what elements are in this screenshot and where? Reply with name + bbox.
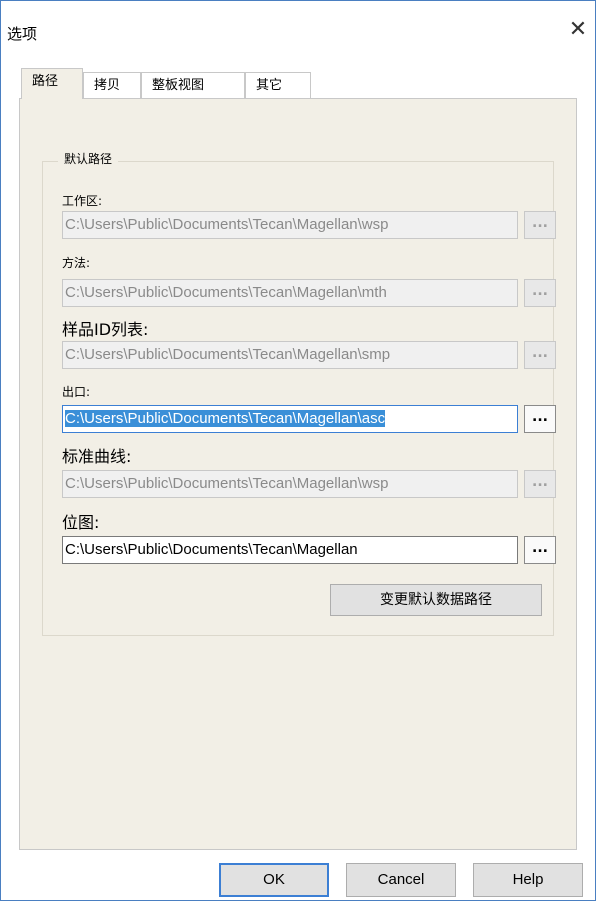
selected-text: C:\Users\Public\Documents\Tecan\Magellan… xyxy=(65,410,386,427)
ok-button[interactable]: OK xyxy=(219,863,329,897)
workspace-browse-button[interactable]: ... xyxy=(524,211,556,239)
tab-plate-view[interactable]: 整板视图 xyxy=(141,72,245,98)
export-path-field[interactable]: C:\Users\Public\Documents\Tecan\Magellan… xyxy=(62,405,518,433)
method-label: 方法: xyxy=(62,256,91,270)
options-dialog: 选项 ✕ 路径 拷贝 整板视图 其它 默认路径 工作区: C:\Users\Pu… xyxy=(0,0,596,901)
bitmap-browse-button[interactable]: ... xyxy=(524,536,556,564)
export-label: 出口: xyxy=(62,385,91,399)
workspace-path-field[interactable]: C:\Users\Public\Documents\Tecan\Magellan… xyxy=(62,211,518,239)
tab-panel-paths: 默认路径 工作区: C:\Users\Public\Documents\Teca… xyxy=(19,98,577,850)
export-browse-button[interactable]: ... xyxy=(524,405,556,433)
group-title: 默认路径 xyxy=(58,150,119,167)
tab-label: 拷贝 xyxy=(94,78,121,93)
tab-paths[interactable]: 路径 xyxy=(21,68,83,99)
change-default-data-path-button[interactable]: 变更默认数据路径 xyxy=(330,584,542,616)
sample-id-list-browse-button[interactable]: ... xyxy=(524,341,556,369)
standard-curve-browse-button[interactable]: ... xyxy=(524,470,556,498)
bitmap-label: 位图: xyxy=(62,513,100,532)
close-icon[interactable]: ✕ xyxy=(567,19,589,41)
tab-label: 整板视图 xyxy=(152,78,205,93)
sample-id-list-path-field[interactable]: C:\Users\Public\Documents\Tecan\Magellan… xyxy=(62,341,518,369)
tab-label: 其它 xyxy=(256,78,283,93)
cancel-button[interactable]: Cancel xyxy=(346,863,456,897)
standard-curve-path-field[interactable]: C:\Users\Public\Documents\Tecan\Magellan… xyxy=(62,470,518,498)
workspace-label: 工作区: xyxy=(62,194,103,208)
method-path-field[interactable]: C:\Users\Public\Documents\Tecan\Magellan… xyxy=(62,279,518,307)
tab-label: 路径 xyxy=(32,74,59,89)
tab-copy[interactable]: 拷贝 xyxy=(83,72,141,98)
bitmap-path-field[interactable]: C:\Users\Public\Documents\Tecan\Magellan xyxy=(62,536,518,564)
standard-curve-label: 标准曲线: xyxy=(62,447,132,466)
tab-other[interactable]: 其它 xyxy=(245,72,311,98)
dialog-title: 选项 xyxy=(7,25,38,43)
sample-id-list-label: 样品ID列表: xyxy=(62,320,149,339)
help-button[interactable]: Help xyxy=(473,863,583,897)
method-browse-button[interactable]: ... xyxy=(524,279,556,307)
